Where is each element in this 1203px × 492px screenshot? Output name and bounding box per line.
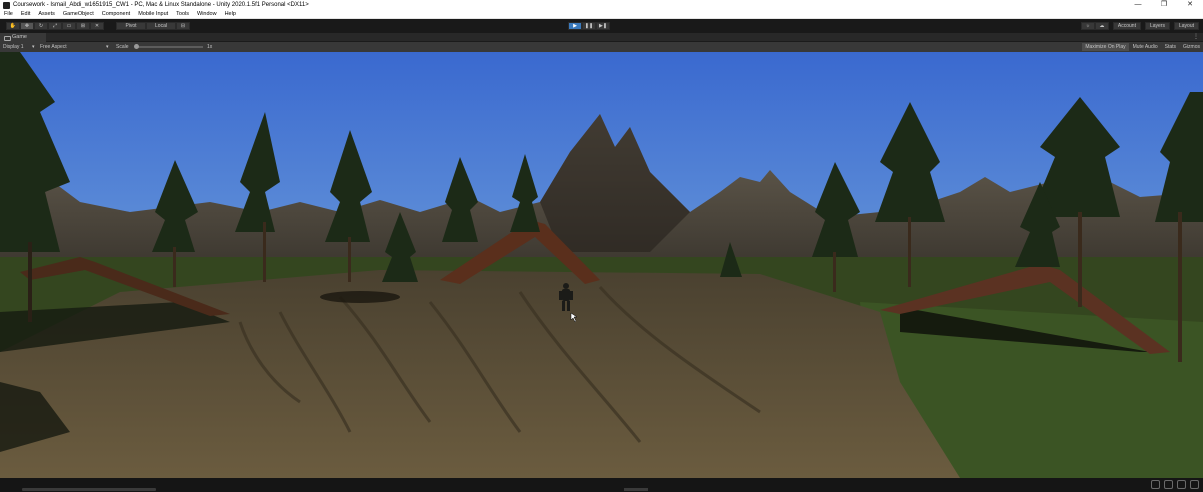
stats-toggle[interactable]: Stats [1162, 43, 1179, 51]
cloud-icon[interactable]: ☁ [1094, 22, 1109, 30]
scale-tool-icon[interactable]: ⤢ [48, 22, 62, 30]
menu-gameobject[interactable]: GameObject [59, 10, 98, 18]
menu-assets[interactable]: Assets [34, 10, 59, 18]
display-dropdown[interactable]: Display 1 [3, 42, 24, 52]
game-tab-bar: Game ⋮ [0, 33, 1203, 42]
step-icon[interactable]: ▶❚ [596, 22, 610, 30]
menu-edit[interactable]: Edit [17, 10, 34, 18]
pivot-button[interactable]: Pivot [116, 22, 146, 30]
menu-help[interactable]: Help [221, 10, 240, 18]
game-scene-render [0, 52, 1203, 478]
menu-bar: File Edit Assets GameObject Component Mo… [0, 10, 1203, 19]
minimize-button[interactable]: — [1125, 0, 1151, 10]
scroll-thumb[interactable] [624, 488, 648, 491]
grid-snap-icon[interactable]: ⊟ [176, 22, 190, 30]
mute-audio-toggle[interactable]: Mute Audio [1130, 43, 1161, 51]
status-bar [0, 478, 1203, 492]
aspect-dropdown[interactable]: Free Aspect [40, 42, 67, 52]
game-viewport[interactable] [0, 52, 1203, 478]
dropdown-arrow-icon: ▾ [32, 44, 35, 50]
restore-button[interactable]: ❐ [1151, 0, 1177, 10]
scale-value: 1x [207, 44, 213, 50]
account-dropdown[interactable]: Account [1112, 22, 1141, 30]
move-tool-icon[interactable]: ✥ [20, 22, 34, 30]
dropdown-arrow-icon: ▾ [106, 44, 109, 50]
scale-slider[interactable] [137, 46, 203, 48]
menu-tools[interactable]: Tools [172, 10, 193, 18]
maximize-on-play-toggle[interactable]: Maximize On Play [1082, 43, 1129, 51]
game-tab[interactable]: Game [0, 33, 46, 42]
toolbar-right: ☼ ☁ Account Layers Layout [1080, 22, 1199, 30]
custom-tool-icon[interactable]: ✕ [90, 22, 104, 30]
pause-icon[interactable]: ❚❚ [582, 22, 596, 30]
tab-menu-icon[interactable]: ⋮ [1193, 33, 1199, 42]
local-button[interactable]: Local [146, 22, 176, 30]
settings-icon[interactable] [1177, 480, 1186, 489]
gizmos-dropdown[interactable]: Gizmos [1180, 43, 1203, 51]
progress-icon[interactable] [1164, 480, 1173, 489]
transform-tool-icon[interactable]: ⊞ [76, 22, 90, 30]
unity-logo-icon [3, 1, 10, 9]
rotate-tool-icon[interactable]: ↻ [34, 22, 48, 30]
transform-tools: ✋ ✥ ↻ ⤢ ▭ ⊞ ✕ [6, 22, 104, 30]
close-button[interactable]: ✕ [1177, 0, 1203, 10]
scale-slider-handle[interactable] [134, 44, 139, 49]
collab-icon[interactable]: ☼ [1080, 22, 1095, 30]
play-icon[interactable]: ▶ [568, 22, 582, 30]
menu-mobile-input[interactable]: Mobile Input [134, 10, 172, 18]
title-bar: Coursework - Ismail_Abdi_w1651915_CW1 - … [0, 0, 1203, 10]
horizontal-scrollbar[interactable] [22, 488, 156, 491]
layout-dropdown[interactable]: Layout [1173, 22, 1199, 30]
window-title: Coursework - Ismail_Abdi_w1651915_CW1 - … [13, 2, 309, 8]
rect-tool-icon[interactable]: ▭ [62, 22, 76, 30]
scale-label: Scale [116, 44, 129, 50]
hand-tool-icon[interactable]: ✋ [6, 22, 20, 30]
unity-editor-window: Coursework - Ismail_Abdi_w1651915_CW1 - … [0, 0, 1203, 492]
menu-file[interactable]: File [0, 10, 17, 18]
main-toolbar: ✋ ✥ ↻ ⤢ ▭ ⊞ ✕ Pivot Local ⊟ ▶ ❚❚ ▶❚ ☼ ☁ … [0, 19, 1203, 33]
menu-window[interactable]: Window [193, 10, 221, 18]
layers-dropdown[interactable]: Layers [1144, 22, 1170, 30]
pivot-controls: Pivot Local ⊟ [116, 22, 190, 30]
play-controls: ▶ ❚❚ ▶❚ [568, 22, 610, 30]
console-icon[interactable] [1151, 480, 1160, 489]
game-view-options: Display 1 ▾ Free Aspect ▾ Scale 1x Maxim… [0, 42, 1203, 52]
menu-component[interactable]: Component [98, 10, 134, 18]
notification-icon[interactable] [1190, 480, 1199, 489]
tree-shadow [320, 291, 400, 303]
